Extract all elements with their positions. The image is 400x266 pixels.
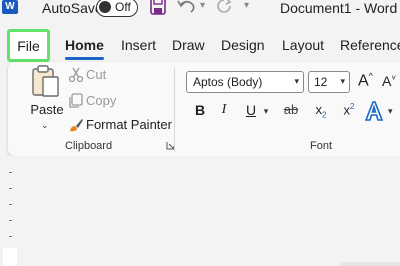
group-separator (174, 68, 175, 152)
copy-label: Copy (86, 93, 117, 108)
chevron-down-icon: ▾ (340, 76, 345, 86)
autosave-state: Off (115, 0, 131, 14)
tab-home[interactable]: Home (65, 37, 104, 60)
underline-options-chevron-icon[interactable]: ▾ (261, 106, 271, 126)
copy-icon (69, 93, 83, 108)
shrink-font-label: A (382, 73, 392, 89)
text-effects-chevron-icon[interactable]: ▾ (388, 106, 393, 117)
chevron-down-icon: ▾ (294, 76, 299, 86)
customize-toolbar-chevron-icon[interactable]: ▾ (244, 0, 249, 11)
document-title: Document1 - Word (280, 0, 398, 16)
text-effects-icon[interactable] (364, 100, 384, 122)
format-painter-label: Format Painter (86, 117, 172, 132)
strikethrough-button[interactable]: ab (279, 102, 303, 122)
active-tab-indicator (65, 57, 104, 60)
ribbon-tabs: File Home Insert Draw Design Layout Refe… (0, 28, 400, 62)
paste-label: Paste (30, 102, 64, 117)
tab-layout[interactable]: Layout (282, 37, 324, 53)
tab-insert[interactable]: Insert (121, 37, 156, 53)
grow-font-label: A (358, 72, 369, 90)
ruler-tick (9, 220, 12, 221)
bold-button[interactable]: B (192, 102, 208, 122)
word-logo-icon: W (2, 0, 18, 14)
redo-icon[interactable] (216, 0, 232, 14)
superscript-button[interactable]: x2 (340, 102, 358, 122)
ruler-tick (9, 188, 12, 189)
font-name-value: Aptos (Body) (193, 75, 263, 89)
autosave-toggle[interactable]: Off (96, 0, 138, 17)
font-size-value: 12 (314, 75, 328, 89)
toggle-knob (99, 1, 111, 13)
autosave-label: AutoSave (42, 0, 103, 16)
shrink-font-button[interactable]: A˅ (382, 73, 396, 89)
page-edge (340, 262, 400, 266)
undo-dropdown-chevron-icon[interactable]: ▾ (200, 0, 205, 11)
paste-button[interactable]: Paste ⌄ (26, 65, 68, 131)
subscript-button[interactable]: x2 (312, 102, 330, 122)
document-canvas[interactable] (0, 156, 400, 266)
ribbon-panel: Paste ⌄ Cut Copy Format Painter Clipboar… (8, 62, 400, 156)
tab-file[interactable]: File (7, 29, 50, 62)
tab-design[interactable]: Design (221, 37, 265, 53)
grow-font-button[interactable]: A^ (358, 71, 373, 90)
shrink-caret-icon: ˅ (391, 73, 397, 83)
vertical-ruler-margin (3, 248, 17, 266)
underline-button[interactable]: U (244, 102, 258, 122)
cut-label: Cut (86, 67, 107, 82)
font-group-label: Font (310, 140, 333, 152)
tab-references[interactable]: References (340, 37, 400, 53)
clipboard-group-label: Clipboard (65, 140, 113, 152)
tab-home-label: Home (65, 37, 104, 53)
paintbrush-icon (70, 119, 83, 132)
grow-caret-icon: ^ (368, 71, 373, 81)
ruler-tick (9, 236, 12, 237)
italic-button[interactable]: I (217, 102, 231, 122)
save-icon[interactable] (150, 0, 166, 15)
ruler-tick (9, 204, 12, 205)
undo-icon[interactable] (176, 0, 198, 14)
tab-draw[interactable]: Draw (172, 37, 205, 53)
font-name-dropdown[interactable]: Aptos (Body) ▾ (186, 71, 304, 93)
font-size-dropdown[interactable]: 12 ▾ (308, 71, 350, 93)
subscript-mark: 2 (322, 110, 327, 120)
title-bar: W AutoSave Off ▾ ▾ Document1 - Word (0, 0, 400, 24)
scissors-icon (68, 67, 84, 83)
paste-options-chevron-icon[interactable]: ⌄ (41, 120, 49, 131)
ruler-tick (9, 172, 12, 173)
superscript-mark: 2 (350, 102, 355, 111)
clipboard-paste-icon (32, 65, 59, 97)
